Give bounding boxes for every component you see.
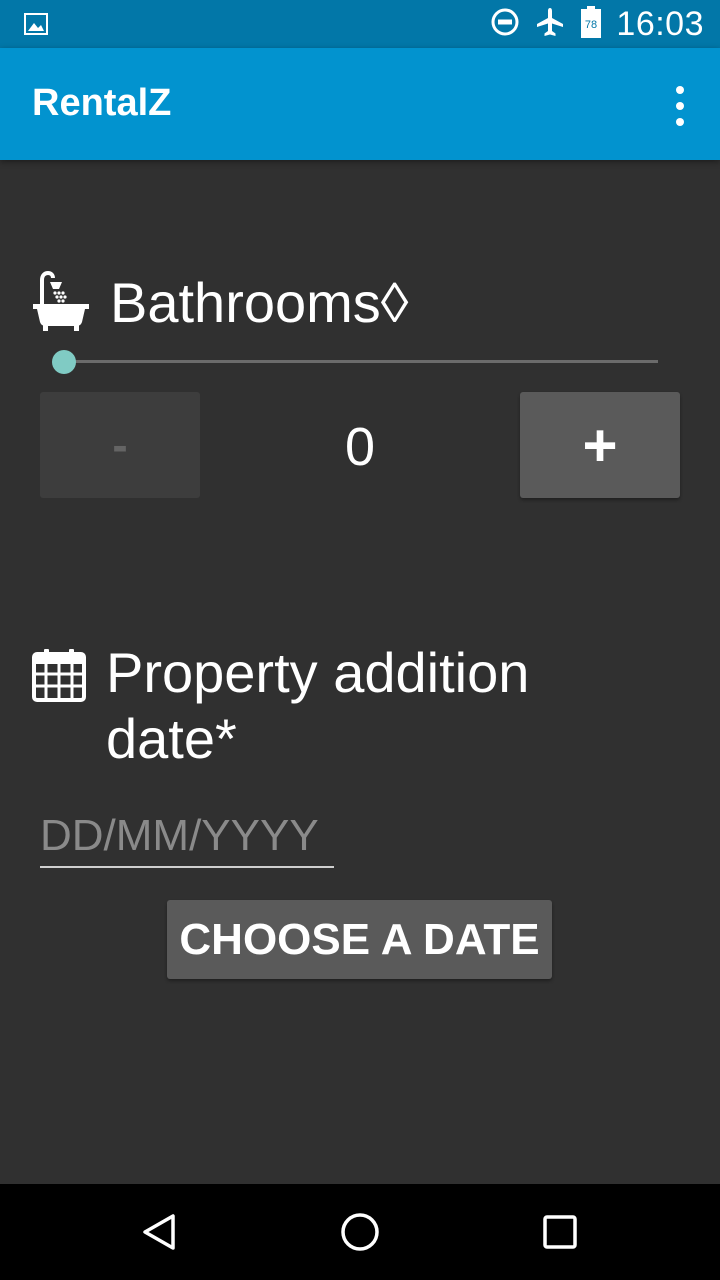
do-not-disturb-icon <box>490 7 520 42</box>
bathrooms-label: Bathrooms◊ <box>110 271 409 334</box>
svg-text:78: 78 <box>585 19 597 31</box>
status-time: 16:03 <box>616 4 704 43</box>
home-icon[interactable] <box>300 1184 420 1280</box>
bathrooms-slider[interactable] <box>52 348 658 376</box>
overflow-menu-icon[interactable] <box>668 86 692 126</box>
image-notification-icon <box>24 12 48 41</box>
property-date-header: Property addition date* <box>32 640 626 772</box>
app-title: RentalZ <box>32 82 172 124</box>
bathrooms-count: 0 <box>344 417 376 477</box>
status-bar: 78 16:03 <box>0 0 720 48</box>
choose-date-button[interactable]: CHOOSE A DATE <box>167 900 552 979</box>
bathtub-icon <box>32 270 90 337</box>
recents-icon[interactable] <box>500 1184 620 1280</box>
date-input[interactable] <box>40 806 334 868</box>
slider-thumb[interactable] <box>52 350 76 374</box>
navigation-bar <box>0 1184 720 1280</box>
airplane-mode-icon <box>534 6 566 43</box>
app-bar: RentalZ <box>0 48 720 160</box>
battery-icon: 78 <box>580 5 602 44</box>
property-date-label: Property addition date* <box>106 641 530 770</box>
back-icon[interactable] <box>100 1184 220 1280</box>
increment-button[interactable]: + <box>520 392 680 498</box>
slider-track[interactable] <box>62 360 658 363</box>
calendar-icon <box>32 648 86 707</box>
decrement-button[interactable]: - <box>40 392 200 498</box>
bathrooms-header: Bathrooms◊ <box>32 270 408 337</box>
